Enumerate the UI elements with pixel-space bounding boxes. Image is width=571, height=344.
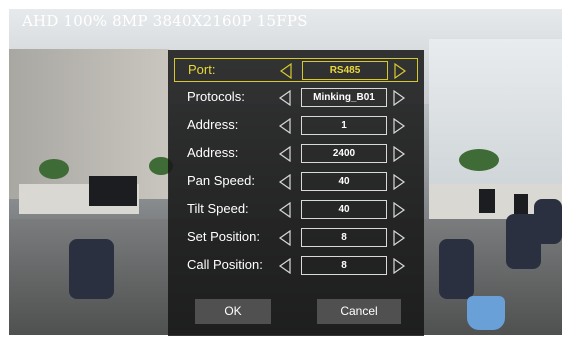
menu-row-label: Call Position: [187, 257, 263, 272]
menu-row[interactable]: Call Position: 8 [174, 254, 418, 278]
triangle-left-icon[interactable] [279, 63, 293, 79]
menu-row-value[interactable]: 2400 [301, 144, 387, 163]
plant [459, 149, 499, 171]
triangle-left-icon[interactable] [278, 118, 292, 134]
menu-row-value[interactable]: 8 [301, 228, 387, 247]
menu-row-label: Pan Speed: [187, 173, 255, 188]
triangle-right-icon[interactable] [392, 202, 406, 218]
triangle-right-icon[interactable] [392, 230, 406, 246]
waste-bin [467, 296, 505, 330]
menu-row[interactable]: Protocols: Minking_B01 [174, 86, 418, 110]
menu-row-label: Tilt Speed: [187, 201, 249, 216]
plant [39, 159, 69, 179]
ok-button[interactable]: OK [195, 299, 271, 324]
office-chair [69, 239, 114, 299]
menu-row-value[interactable]: Minking_B01 [301, 88, 387, 107]
menu-row[interactable]: Pan Speed: 40 [174, 170, 418, 194]
office-chair [534, 199, 562, 244]
menu-row[interactable]: Tilt Speed: 40 [174, 198, 418, 222]
triangle-left-icon[interactable] [278, 90, 292, 106]
triangle-left-icon[interactable] [278, 230, 292, 246]
menu-row-label: Set Position: [187, 229, 260, 244]
monitor [89, 176, 137, 206]
triangle-right-icon[interactable] [393, 63, 407, 79]
menu-row[interactable]: Address: 2400 [174, 142, 418, 166]
triangle-right-icon[interactable] [392, 118, 406, 134]
triangle-left-icon[interactable] [278, 146, 292, 162]
menu-row-value[interactable]: 8 [301, 256, 387, 275]
triangle-left-icon[interactable] [278, 174, 292, 190]
menu-row-label: Address: [187, 117, 239, 132]
menu-row-label: Protocols: [187, 89, 245, 104]
menu-row[interactable]: Set Position: 8 [174, 226, 418, 250]
monitor [479, 189, 495, 213]
screen: AHD 100% 8MP 3840X2160P 15FPS Port: RS485… [0, 0, 571, 344]
menu-row-label: Port: [188, 62, 216, 77]
cancel-button[interactable]: Cancel [317, 299, 401, 324]
triangle-right-icon[interactable] [392, 174, 406, 190]
menu-row-value[interactable]: RS485 [302, 61, 388, 80]
triangle-left-icon[interactable] [278, 258, 292, 274]
menu-row-value[interactable]: 1 [301, 116, 387, 135]
triangle-right-icon[interactable] [392, 258, 406, 274]
menu-row-value[interactable]: 40 [301, 200, 387, 219]
osd-status-text: AHD 100% 8MP 3840X2160P 15FPS [22, 12, 308, 30]
office-chair [439, 239, 474, 299]
triangle-right-icon[interactable] [392, 146, 406, 162]
menu-row[interactable]: Address: 1 [174, 114, 418, 138]
menu-row[interactable]: Port: RS485 [174, 58, 418, 82]
menu-row-value[interactable]: 40 [301, 172, 387, 191]
triangle-left-icon[interactable] [278, 202, 292, 218]
triangle-right-icon[interactable] [392, 90, 406, 106]
right-window [429, 39, 562, 189]
menu-row-label: Address: [187, 145, 239, 160]
